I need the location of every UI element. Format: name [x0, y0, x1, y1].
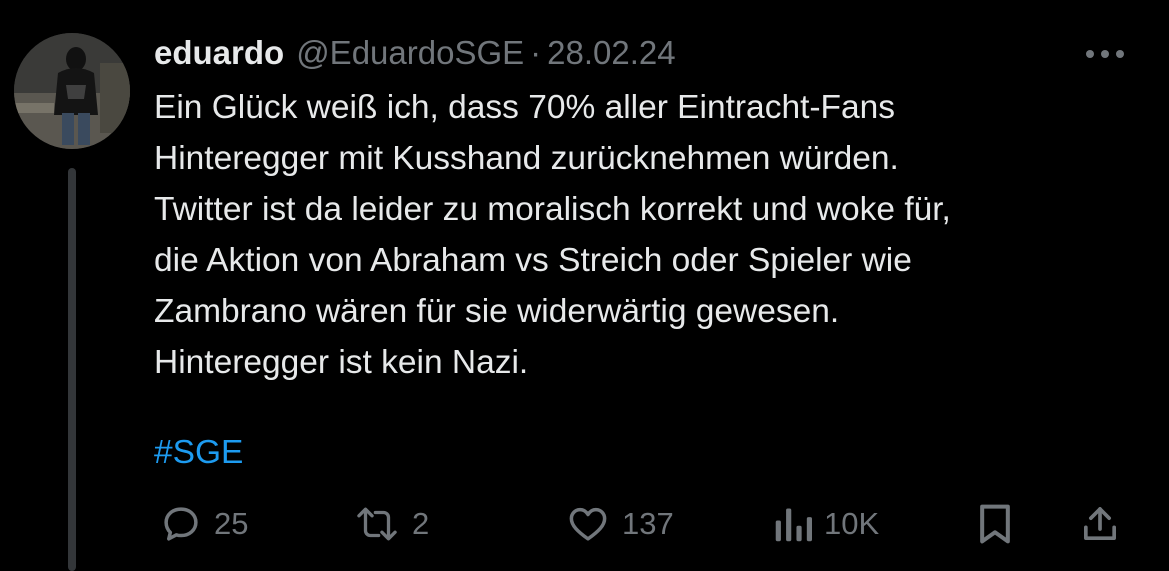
- reply-button[interactable]: 25: [160, 496, 248, 552]
- like-button[interactable]: 137: [566, 496, 674, 552]
- views-icon: [774, 503, 812, 545]
- reply-icon: [160, 503, 202, 545]
- avatar-photo: [14, 33, 130, 149]
- more-horizontal-icon: [1086, 50, 1124, 58]
- tweet-text: Ein Glück weiß ich, dass 70% aller Eintr…: [154, 82, 1154, 388]
- bookmark-button[interactable]: [976, 496, 1014, 552]
- repost-button[interactable]: 2: [354, 496, 429, 552]
- reply-count: 25: [214, 506, 249, 541]
- tweet[interactable]: eduardo @EduardoSGE · 28.02.24 Ein Glück…: [0, 0, 1169, 571]
- tweet-text-line: Ein Glück weiß ich, dass 70% aller Eintr…: [154, 89, 896, 126]
- tweet-text-line: Hinteregger mit Kusshand zurücknehmen wü…: [154, 140, 899, 177]
- avatar[interactable]: [14, 33, 130, 149]
- view-count: 10K: [824, 506, 880, 541]
- tweet-header: eduardo @EduardoSGE · 28.02.24: [154, 28, 676, 78]
- separator: ·: [530, 34, 542, 71]
- share-icon: [1080, 502, 1120, 546]
- bookmark-icon: [976, 502, 1014, 546]
- share-button[interactable]: [1080, 496, 1120, 552]
- thread-line: [68, 168, 76, 571]
- action-bar: 25 2 137 10K: [154, 496, 1129, 552]
- display-name[interactable]: eduardo: [154, 34, 284, 72]
- repost-count: 2: [412, 506, 430, 541]
- tweet-text-line: Twitter ist da leider zu moralisch korre…: [154, 191, 951, 228]
- like-count: 137: [622, 506, 674, 541]
- views-button[interactable]: 10K: [774, 496, 879, 552]
- tweet-text-line: die Aktion von Abraham vs Streich oder S…: [154, 242, 912, 279]
- more-options-button[interactable]: [1080, 36, 1130, 72]
- tweet-text-line: Zambrano wären für sie widerwärtig gewes…: [154, 293, 840, 330]
- user-handle[interactable]: @EduardoSGE: [296, 34, 524, 72]
- tweet-date[interactable]: 28.02.24: [547, 34, 675, 72]
- hashtag-link[interactable]: #SGE: [154, 427, 243, 478]
- tweet-text-line: Hinteregger ist kein Nazi.: [154, 344, 529, 381]
- heart-icon: [566, 503, 610, 545]
- repost-icon: [354, 503, 400, 545]
